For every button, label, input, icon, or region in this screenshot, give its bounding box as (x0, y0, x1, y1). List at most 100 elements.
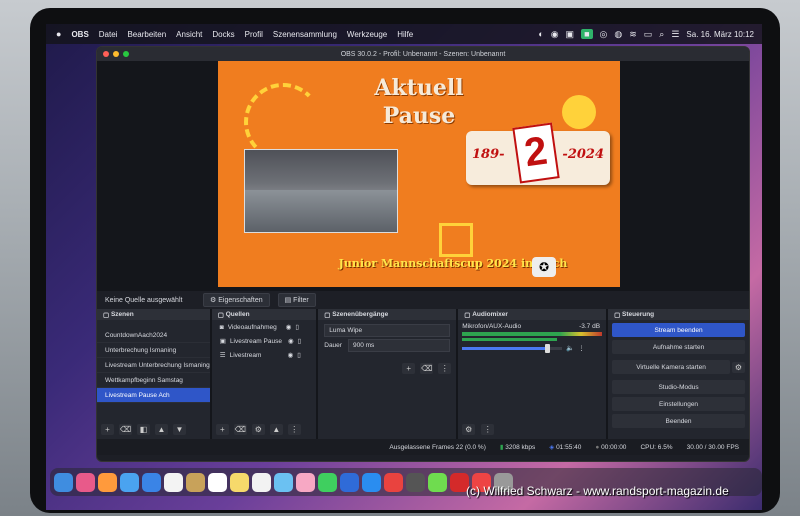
recording-time: ● 00:00:00 (595, 443, 627, 451)
volume-slider[interactable] (462, 343, 563, 353)
program-preview[interactable]: Aktuell Pause 189- 2 -2024 Junior Mannsc… (218, 61, 620, 287)
camera-status-icon[interactable]: ■ (581, 29, 593, 39)
calendar-icon[interactable] (208, 472, 227, 492)
lock-icon[interactable]: ▯ (295, 323, 299, 331)
transition-select[interactable]: Luma Wipe (324, 324, 451, 337)
source-item[interactable]: ◙ Videoaufnahmeg ◉ ▯ (212, 320, 316, 334)
finder-icon[interactable] (54, 472, 73, 492)
menu-docks[interactable]: Docks (212, 30, 234, 39)
photo-background: ● OBS Datei Bearbeiten Ansicht Docks Pro… (0, 0, 800, 516)
move-up-icon[interactable]: ▲ (155, 424, 168, 435)
more-icon[interactable]: ⋮ (438, 363, 452, 374)
obs-app-icon[interactable] (164, 472, 183, 492)
add-icon[interactable]: + (215, 424, 229, 435)
studio-mode-button[interactable]: Studio-Modus (612, 380, 745, 394)
settings-app-icon[interactable] (406, 472, 425, 492)
facetime-icon[interactable] (318, 472, 337, 492)
menu-szenensammlung[interactable]: Szenensammlung (273, 30, 337, 39)
chrome-icon[interactable] (98, 472, 117, 492)
source-item[interactable]: ▣ Livestream Pause ◉ ▯ (212, 334, 316, 348)
source-item[interactable]: ☰ Livestream ◉ ▯ (212, 348, 316, 362)
status-icon-2[interactable]: ◉ (551, 29, 559, 40)
music-icon[interactable] (384, 472, 403, 492)
control-center-icon[interactable]: ☰ (671, 29, 679, 40)
scene-item[interactable]: Livestream Unterbrechung Ismaning (97, 358, 210, 373)
menu-bearbeiten[interactable]: Bearbeiten (127, 30, 166, 39)
status-icon-3[interactable]: ▣ (566, 29, 575, 40)
duration-input[interactable]: 900 ms (347, 339, 451, 352)
speaker-icon[interactable]: 🔈 (566, 344, 574, 352)
video-feed (244, 149, 398, 233)
photos-icon[interactable] (296, 472, 315, 492)
scene-item[interactable]: Unterbrechung Ismaning (97, 343, 210, 358)
volume-slider-handle[interactable] (545, 343, 551, 353)
delete-icon[interactable]: ⌫ (233, 424, 247, 435)
scene-item-selected[interactable]: Livestream Pause Ach (97, 388, 210, 403)
status-icon-1[interactable]: ◐ (538, 29, 543, 39)
status-icon-4[interactable]: ◎ (600, 29, 608, 40)
virtual-camera-button[interactable]: Virtuelle Kamera starten (612, 360, 730, 374)
wifi-icon[interactable]: ≋ (629, 29, 637, 40)
scene-item[interactable]: Wettkampfbeginn Samstag (97, 373, 210, 388)
messages-icon[interactable] (428, 472, 447, 492)
menu-obs[interactable]: OBS (71, 30, 88, 39)
exit-button[interactable]: Beenden (612, 414, 745, 428)
start-recording-button[interactable]: Aufnahme starten (612, 340, 745, 354)
status-icon-5[interactable]: ◍ (614, 29, 622, 40)
settings-button[interactable]: Einstellungen (612, 397, 745, 411)
stop-stream-button[interactable]: Stream beenden (612, 323, 745, 337)
visibility-eye-icon[interactable]: ◉ (288, 337, 294, 345)
mail-icon[interactable] (142, 472, 161, 492)
scene-filter-icon[interactable]: ◧ (137, 424, 150, 435)
properties-button[interactable]: ⚙ Eigenschaften (203, 293, 270, 307)
delete-icon[interactable]: ⌫ (420, 363, 434, 374)
minimize-icon[interactable] (113, 51, 119, 57)
battery-icon[interactable]: ▭ (644, 29, 653, 40)
more-icon[interactable]: ⋮ (578, 344, 585, 352)
menubar-datetime[interactable]: Sa. 16. März 10:12 (686, 30, 754, 39)
filter-button[interactable]: ▤ Filter (277, 293, 316, 307)
files-icon[interactable] (340, 472, 359, 492)
advanced-audio-icon[interactable]: ⚙ (462, 424, 476, 435)
preview-title-line1: Aktuell (374, 75, 464, 101)
safari-icon[interactable] (120, 472, 139, 492)
lock-icon[interactable]: ▯ (298, 337, 302, 345)
menu-werkzeuge[interactable]: Werkzeuge (347, 30, 387, 39)
delete-icon[interactable]: ⌫ (119, 424, 132, 435)
gear-icon[interactable]: ⚙ (251, 424, 265, 435)
search-icon[interactable]: ⌕ (659, 29, 664, 40)
menu-ansicht[interactable]: Ansicht (176, 30, 202, 39)
move-down-icon[interactable]: ▼ (173, 424, 186, 435)
lock-icon[interactable]: ▯ (297, 351, 301, 359)
more-icon[interactable]: ⋮ (481, 424, 495, 435)
obs-window: OBS 30.0.2 - Profil: Unbenannt - Szenen:… (96, 46, 750, 462)
gear-icon[interactable]: ⚙ (732, 361, 745, 373)
launchpad-icon[interactable] (76, 472, 95, 492)
add-icon[interactable]: + (402, 363, 416, 374)
context-bar: Keine Quelle ausgewählt ⚙ Eigenschaften … (97, 291, 749, 309)
contacts-icon[interactable] (186, 472, 205, 492)
sources-dock: ▢ Quellen ◙ Videoaufnahmeg ◉ ▯ ▣ Livestream … (211, 309, 319, 439)
menu-profil[interactable]: Profil (245, 30, 263, 39)
reminders-icon[interactable] (252, 472, 271, 492)
fps-indicator: 30.00 / 30.00 FPS (686, 443, 739, 451)
stream-icon: ◈ (549, 444, 555, 451)
maximize-icon[interactable] (123, 51, 129, 57)
controls-dock: ▢ Steuerung Stream beenden Aufnahme star… (608, 309, 749, 439)
move-up-icon[interactable]: ▲ (269, 424, 283, 435)
close-icon[interactable] (103, 51, 109, 57)
maps-icon[interactable] (274, 472, 293, 492)
scene-item[interactable]: CountdownAach2024 (97, 328, 210, 343)
more-icon[interactable]: ⋮ (287, 424, 301, 435)
appstore-icon[interactable] (362, 472, 381, 492)
visibility-eye-icon[interactable]: ◉ (286, 323, 292, 331)
mixer-level: -3.7 dB (579, 323, 601, 330)
macos-menubar: ● OBS Datei Bearbeiten Ansicht Docks Pro… (46, 24, 762, 44)
menu-hilfe[interactable]: Hilfe (397, 30, 413, 39)
apple-menu-icon[interactable]: ● (56, 29, 61, 39)
visibility-eye-icon[interactable]: ◉ (288, 351, 294, 359)
notes-icon[interactable] (230, 472, 249, 492)
menu-datei[interactable]: Datei (99, 30, 118, 39)
club-logo-icon: ✪ (532, 257, 556, 277)
add-icon[interactable]: + (101, 424, 114, 435)
